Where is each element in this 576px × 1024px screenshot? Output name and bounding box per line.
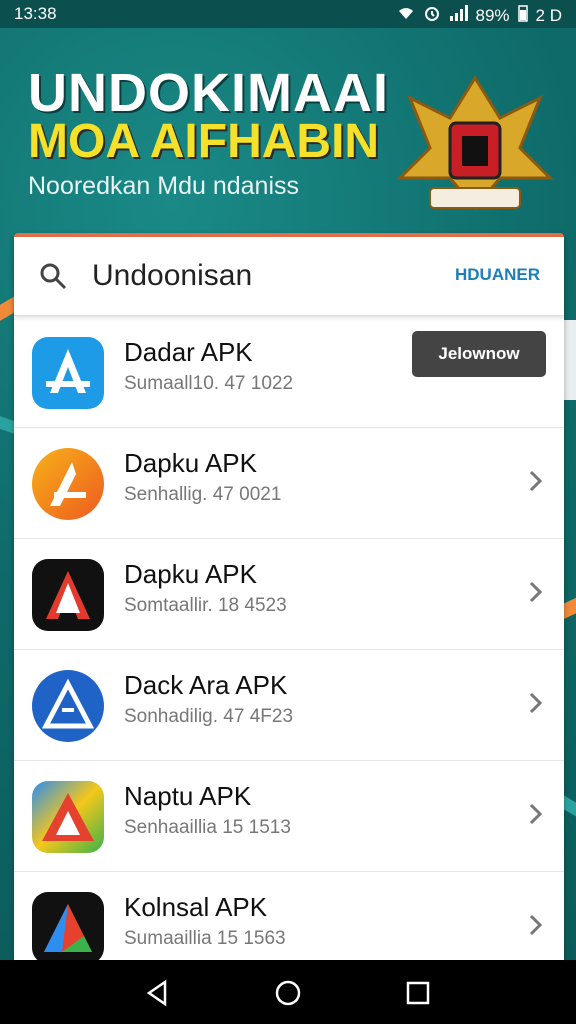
banner-title-line2: MOA AIFHABIN [28, 115, 380, 168]
app-list: Dadar APK Sumaall10. 47 1022 Jelownow Da… [14, 317, 564, 982]
alarm-icon [424, 5, 440, 26]
chevron-right-icon[interactable] [526, 799, 546, 829]
app-meta: Sonhadilig. 47 4F23 [124, 706, 294, 727]
recents-icon[interactable] [403, 978, 433, 1008]
app-name: Dapku APK [124, 448, 257, 478]
list-item[interactable]: Dadar APK Sumaall10. 47 1022 Jelownow [14, 317, 564, 428]
status-bar: 13:38 89% 2 D [0, 0, 576, 28]
search-icon[interactable] [38, 261, 68, 291]
chevron-right-icon[interactable] [526, 688, 546, 718]
app-meta: Sumaaillia 15 1563 [124, 928, 286, 949]
signal-icon [448, 5, 468, 26]
blue-circle-a-icon [32, 670, 104, 742]
hero-banner: UNDOKIMAAI MOA AIFHABIN Nooredkan Mdu nd… [0, 28, 576, 233]
search-action-link[interactable]: HDUANER [455, 265, 540, 285]
search-input[interactable] [90, 255, 424, 297]
search-bar: HDUANER [14, 237, 564, 316]
chevron-right-icon[interactable] [526, 910, 546, 940]
battery-icon [517, 4, 528, 27]
wifi-icon [396, 5, 416, 26]
list-item[interactable]: Naptu APK Senhaaillia 15 1513 [14, 761, 564, 872]
list-item[interactable]: Dapku APK Senhallig. 47 0021 [14, 428, 564, 539]
app-name: Dack Ara APK [124, 670, 288, 700]
list-item[interactable]: Dack Ara APK Sonhadilig. 47 4F23 [14, 650, 564, 761]
garuda-emblem-icon [396, 75, 554, 211]
app-name: Dadar APK [124, 337, 253, 367]
status-icons: 89% 2 D [396, 4, 562, 27]
app-name: Naptu APK [124, 781, 252, 811]
back-icon[interactable] [143, 978, 173, 1008]
app-meta: Somtaallir. 18 4523 [124, 595, 287, 616]
dark-multicolor-a-icon [32, 892, 104, 964]
home-icon[interactable] [273, 978, 303, 1008]
app-meta: Senhallig. 47 0021 [124, 484, 282, 505]
app-name: Kolnsal APK [124, 892, 268, 922]
app-list-card: HDUANER Dadar APK Sumaall10. 47 1022 Jel… [14, 233, 564, 977]
system-nav-bar [0, 960, 576, 1024]
chevron-right-icon[interactable] [526, 466, 546, 496]
chevron-right-icon[interactable] [526, 577, 546, 607]
blue-a-icon [32, 337, 104, 409]
status-time: 13:38 [14, 4, 57, 23]
battery-percent: 89% [475, 5, 510, 25]
download-button[interactable]: Jelownow [412, 331, 546, 377]
multicolor-a-icon [32, 781, 104, 853]
app-meta: Sumaall10. 47 1022 [124, 373, 294, 394]
black-red-a-icon [32, 559, 104, 631]
orange-a-icon [32, 448, 104, 520]
list-item[interactable]: Dapku APK Somtaallir. 18 4523 [14, 539, 564, 650]
status-extra: 2 D [535, 5, 562, 25]
banner-subtitle: Nooredkan Mdu ndaniss [28, 172, 299, 200]
app-meta: Senhaaillia 15 1513 [124, 817, 291, 838]
app-name: Dapku APK [124, 559, 257, 589]
